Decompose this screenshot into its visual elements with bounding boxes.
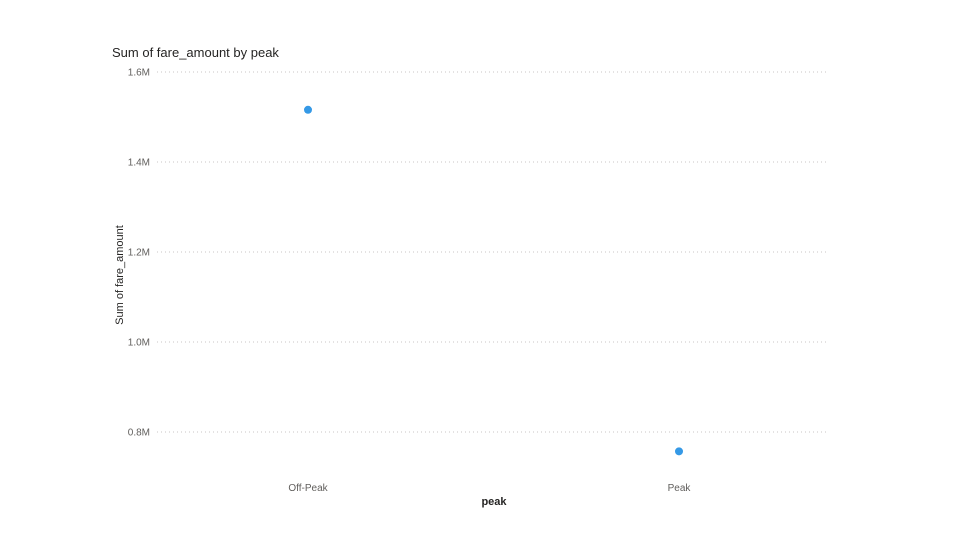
y-tick-label: 0.8M bbox=[128, 428, 150, 439]
data-point-peak[interactable] bbox=[675, 447, 683, 456]
x-tick-label: Peak bbox=[668, 483, 692, 494]
y-tick-labels: 1.6M 1.4M 1.2M 1.0M 0.8M bbox=[128, 68, 150, 439]
data-points bbox=[304, 105, 683, 456]
y-tick-label: 1.4M bbox=[128, 158, 150, 169]
gridlines bbox=[157, 71, 828, 433]
data-point-off-peak[interactable] bbox=[304, 105, 312, 114]
y-tick-label: 1.2M bbox=[128, 248, 150, 259]
x-tick-label: Off-Peak bbox=[288, 483, 328, 494]
plot-area: 1.6M 1.4M 1.2M 1.0M 0.8M Off-Peak Peak bbox=[128, 68, 828, 494]
y-tick-label: 1.6M bbox=[128, 68, 150, 79]
x-tick-labels: Off-Peak Peak bbox=[288, 483, 691, 494]
y-tick-label: 1.0M bbox=[128, 338, 150, 349]
